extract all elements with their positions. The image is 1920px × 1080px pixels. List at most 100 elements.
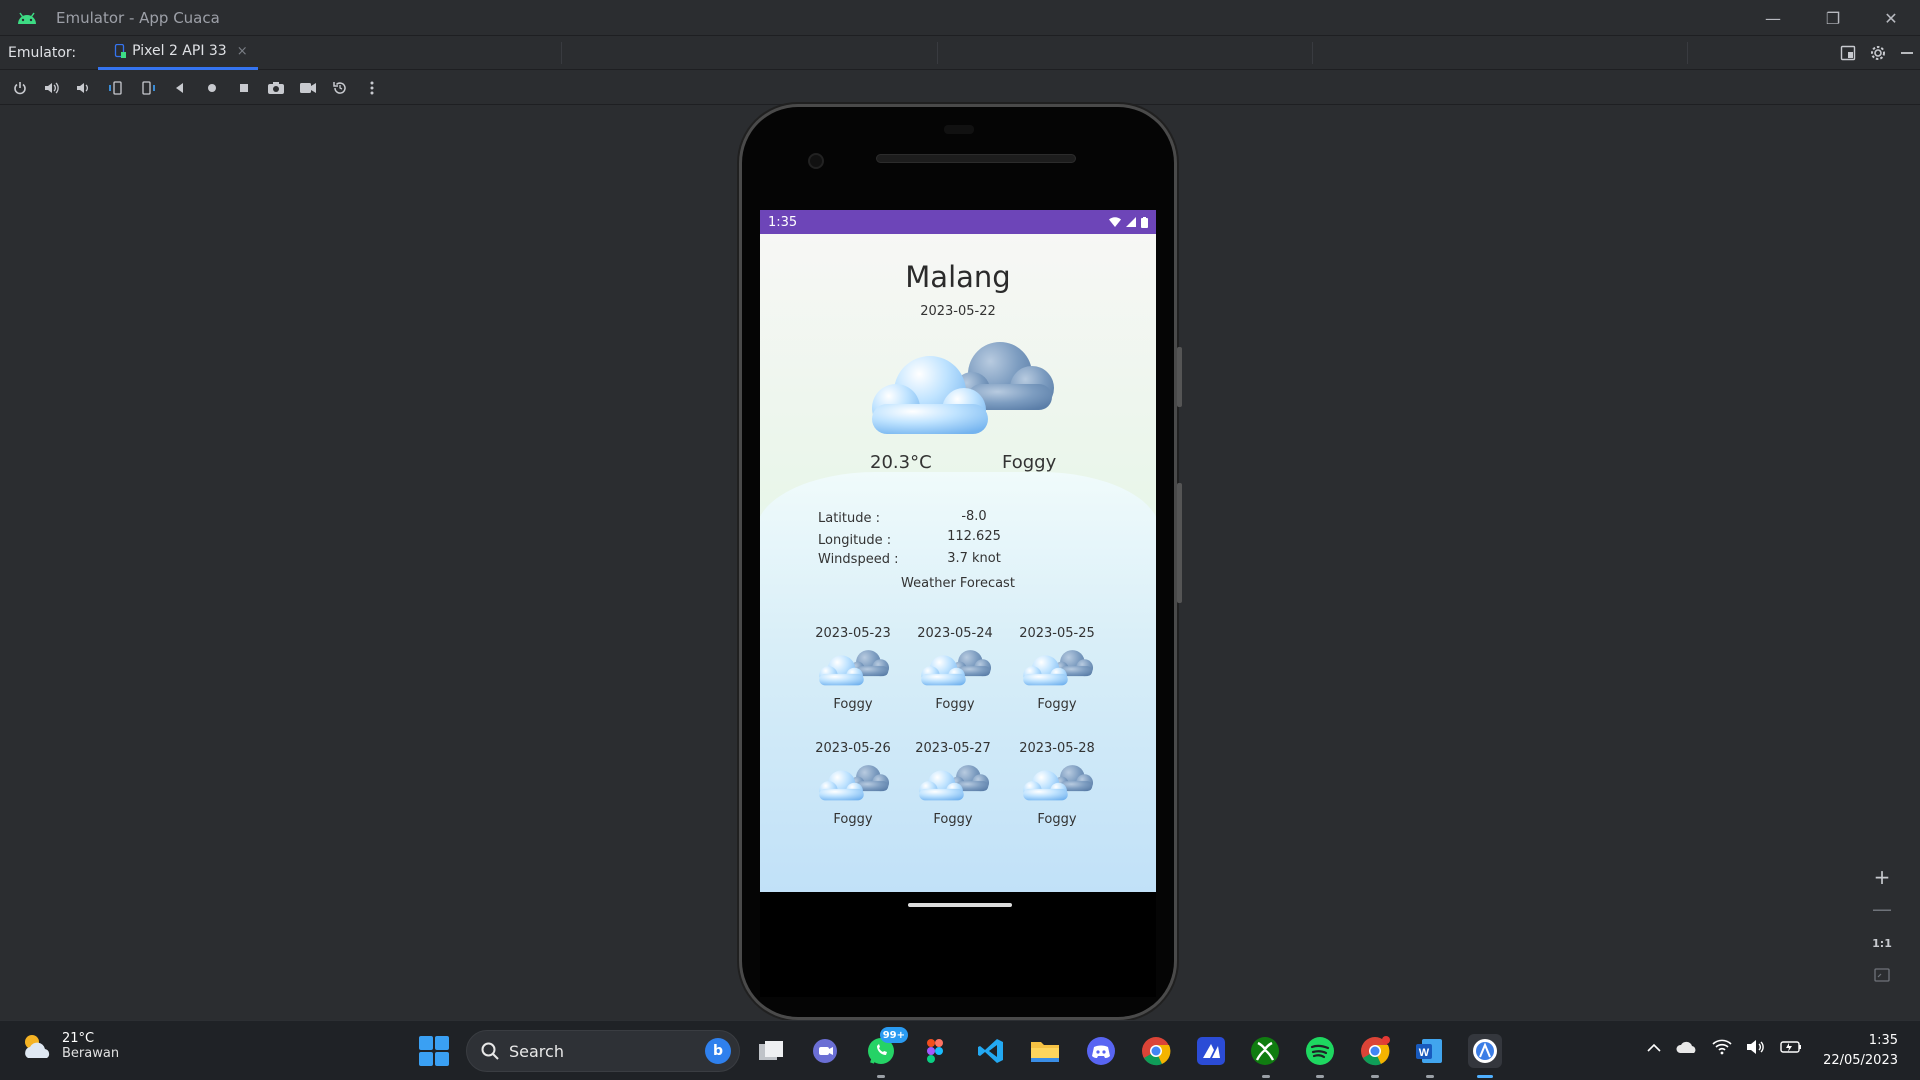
speaker-icon[interactable] [1746,1039,1766,1055]
side-button[interactable] [1177,483,1182,603]
svg-text:W: W [1419,1047,1430,1059]
battery-icon[interactable] [1780,1040,1802,1054]
tab-pixel-2[interactable]: Pixel 2 API 33 × [98,36,258,70]
active-indicator [1477,1075,1493,1078]
top-speaker [876,154,1076,163]
rotate-left-button[interactable] [104,76,128,100]
teams-chat-button[interactable] [808,1034,842,1068]
vscode-button[interactable] [974,1034,1008,1068]
bing-icon[interactable]: b [705,1038,731,1064]
power-button[interactable] [8,76,32,100]
taskbar-temperature: 21°C [62,1031,95,1046]
screenshot-button[interactable] [264,76,288,100]
chrome-icon [1361,1036,1390,1066]
overview-icon [240,83,248,92]
back-button[interactable] [168,76,192,100]
overview-button[interactable] [232,76,256,100]
latitude-value: -8.0 [961,509,987,524]
home-icon [208,83,216,92]
foggy-weather-icon [819,765,890,801]
forecast-title: Weather Forecast [901,576,1015,591]
hide-icon[interactable] [1900,45,1914,61]
restore-button[interactable]: ❐ [1804,0,1862,36]
start-button[interactable] [419,1036,449,1066]
chrome-icon [1142,1037,1171,1066]
home-button[interactable] [200,76,224,100]
foggy-weather-icon [872,342,1054,434]
spotify-button[interactable] [1303,1034,1337,1068]
taskbar-clock[interactable]: 1:35 22/05/2023 [1823,1031,1898,1071]
forecast-item: 2023-05-23 Foggy [808,626,898,712]
figma-icon [927,1039,943,1063]
side-button[interactable] [1177,347,1182,407]
chrome-button[interactable] [1139,1034,1173,1068]
current-condition: Foggy [1002,452,1057,473]
gear-icon[interactable] [1870,45,1886,61]
wifi-icon[interactable] [1712,1039,1732,1055]
longitude-value: 112.625 [947,529,1001,544]
device-frame: 1:35 Malang 2023-05-22 20.3°C Foggy Lati… [742,107,1182,1017]
word-icon: W [1416,1039,1442,1063]
taskbar-search[interactable]: Search b [466,1030,740,1072]
volume-up-button[interactable] [40,76,64,100]
front-camera [808,153,824,169]
close-window-button[interactable]: ✕ [1862,0,1920,36]
android-studio-button[interactable] [1468,1034,1502,1068]
foggy-weather-icon [1023,650,1094,686]
volume-down-button[interactable] [72,76,96,100]
divider [1687,42,1688,64]
task-view-button[interactable] [754,1034,788,1068]
emulator-tab-row: Emulator: Pixel 2 API 33 × [0,36,1920,70]
wifi-icon [1109,217,1121,227]
folder-icon [1031,1042,1059,1062]
sensor [944,125,974,134]
file-explorer-button[interactable] [1028,1034,1062,1068]
word-button[interactable]: W [1412,1034,1446,1068]
forecast-date: 2023-05-24 [917,626,993,641]
xbox-button[interactable] [1248,1034,1282,1068]
forecast-item: 2023-05-27 Foggy [908,741,998,827]
onedrive-icon[interactable] [1676,1040,1698,1054]
taskbar-weather-widget[interactable]: 21°C Berawan [20,1031,119,1061]
current-date: 2023-05-22 [920,304,996,319]
search-placeholder: Search [509,1041,564,1061]
camera-icon [268,81,284,94]
xbox-icon [1251,1037,1279,1065]
device-screen[interactable]: 1:35 Malang 2023-05-22 20.3°C Foggy Lati… [760,210,1156,997]
minimize-button[interactable]: — [1744,0,1802,36]
app-icon [1197,1037,1225,1065]
discord-icon [1087,1037,1115,1065]
more-button[interactable] [360,76,384,100]
discord-button[interactable] [1084,1034,1118,1068]
taskbar-weather-desc: Berawan [62,1046,120,1061]
running-indicator [1316,1075,1324,1078]
gesture-home-bar[interactable] [908,903,1012,907]
fit-screen-button[interactable] [1866,960,1898,990]
figma-button[interactable] [918,1034,952,1068]
forecast-item: 2023-05-25 Foggy [1012,626,1102,712]
tab-close-icon[interactable]: × [237,44,248,59]
zoom-in-button[interactable]: + [1866,862,1898,892]
whatsapp-button[interactable]: 99+ [864,1027,908,1068]
longitude-label: Longitude : [818,533,892,548]
chevron-up-icon[interactable] [1646,1041,1662,1053]
snapshot-button[interactable] [328,76,352,100]
windspeed-label: Windspeed : [818,552,899,567]
layout-icon[interactable] [1840,45,1856,61]
chrome-profile-button[interactable] [1358,1034,1392,1068]
forecast-item: 2023-05-28 Foggy [1012,741,1102,827]
zoom-out-button[interactable]: — [1866,894,1898,924]
actual-size-button[interactable]: 1:1 [1866,928,1898,958]
status-time: 1:35 [768,214,798,230]
forecast-date: 2023-05-25 [1019,626,1095,641]
app-button[interactable] [1194,1034,1228,1068]
vscode-icon [978,1039,1003,1063]
title-bar: Emulator - App Cuaca [0,0,1920,36]
windows-taskbar: 21°C Berawan Search b 99+ W 1:35 22/05/2… [0,1020,1920,1080]
foggy-weather-icon [919,765,990,801]
rotate-right-button[interactable] [136,76,160,100]
android-status-bar: 1:35 [760,210,1156,234]
more-vertical-icon [370,81,374,94]
rotate-right-icon [142,80,155,95]
record-button[interactable] [296,76,320,100]
